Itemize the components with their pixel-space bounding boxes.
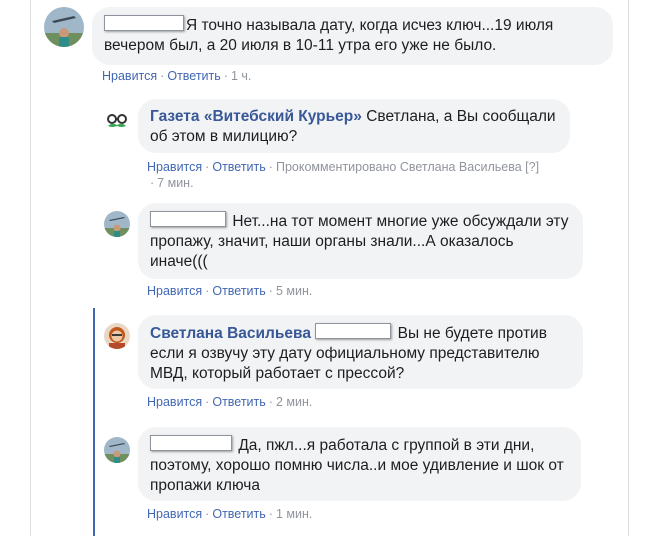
comment-actions: Нравится · Ответить · 2 мин.: [147, 395, 313, 409]
reply-button[interactable]: Ответить: [212, 284, 265, 298]
comment-bubble: Газета «Витебский Курьер» Светлана, а Вы…: [138, 99, 570, 153]
moustache-glasses-logo-icon: [103, 107, 131, 135]
comment-author-link[interactable]: Газета «Витебский Курьер»: [150, 108, 362, 125]
timestamp[interactable]: 7 мин.: [157, 176, 193, 190]
feed-border-left: [30, 0, 31, 536]
timestamp[interactable]: 1 ч.: [231, 69, 251, 83]
timestamp[interactable]: 5 мин.: [276, 284, 312, 298]
avatar-photo-icon: [44, 7, 84, 47]
comment-bubble: Светлана Васильева Вы не будете против е…: [138, 315, 583, 389]
like-button[interactable]: Нравится: [102, 69, 157, 83]
like-button[interactable]: Нравится: [147, 395, 202, 409]
timestamp[interactable]: 1 мин.: [276, 507, 312, 521]
user-avatar[interactable]: [44, 7, 84, 47]
comment-bubble: Я точно называла дату, когда исчез ключ.…: [92, 7, 613, 65]
like-button[interactable]: Нравится: [147, 160, 202, 174]
avatar-photo-icon: [104, 437, 130, 463]
like-button[interactable]: Нравится: [147, 507, 202, 521]
reply-button[interactable]: Ответить: [212, 507, 265, 521]
page-avatar[interactable]: [103, 107, 131, 135]
commented-as-note: Прокомментировано Светлана Васильева: [275, 160, 522, 174]
comment-author-link[interactable]: Светлана Васильева: [150, 325, 311, 342]
comment-bubble: Да, пжл...я работала с группой в эти дни…: [138, 427, 581, 501]
like-button[interactable]: Нравится: [147, 284, 202, 298]
user-avatar[interactable]: [104, 437, 130, 463]
help-link[interactable]: [?]: [525, 160, 539, 174]
comment-actions: Нравится · Ответить · 1 мин.: [147, 507, 313, 521]
avatar-photo-icon: [104, 211, 130, 237]
comment-bubble: Нет...на тот момент многие уже обсуждали…: [138, 203, 583, 279]
comment-actions: Нравится · Ответить · 1 ч.: [102, 69, 252, 83]
comment-actions: Нравится · Ответить · Прокомментировано Свет…: [147, 160, 540, 190]
timestamp[interactable]: 2 мин.: [276, 395, 312, 409]
redacted-author-name: [150, 435, 232, 451]
reply-button[interactable]: Ответить: [212, 160, 265, 174]
feed-border-right: [628, 0, 629, 536]
comment-actions: Нравится · Ответить · 5 мин.: [147, 284, 313, 298]
redacted-mention: [315, 323, 392, 339]
user-avatar[interactable]: [104, 323, 130, 349]
reply-button[interactable]: Ответить: [167, 69, 220, 83]
woman-portrait-icon: [104, 323, 130, 349]
redacted-author-name: [150, 211, 226, 227]
user-avatar[interactable]: [104, 211, 130, 237]
redacted-author-name: [104, 15, 184, 31]
reply-button[interactable]: Ответить: [212, 395, 265, 409]
reply-thread-indicator: [93, 308, 95, 536]
